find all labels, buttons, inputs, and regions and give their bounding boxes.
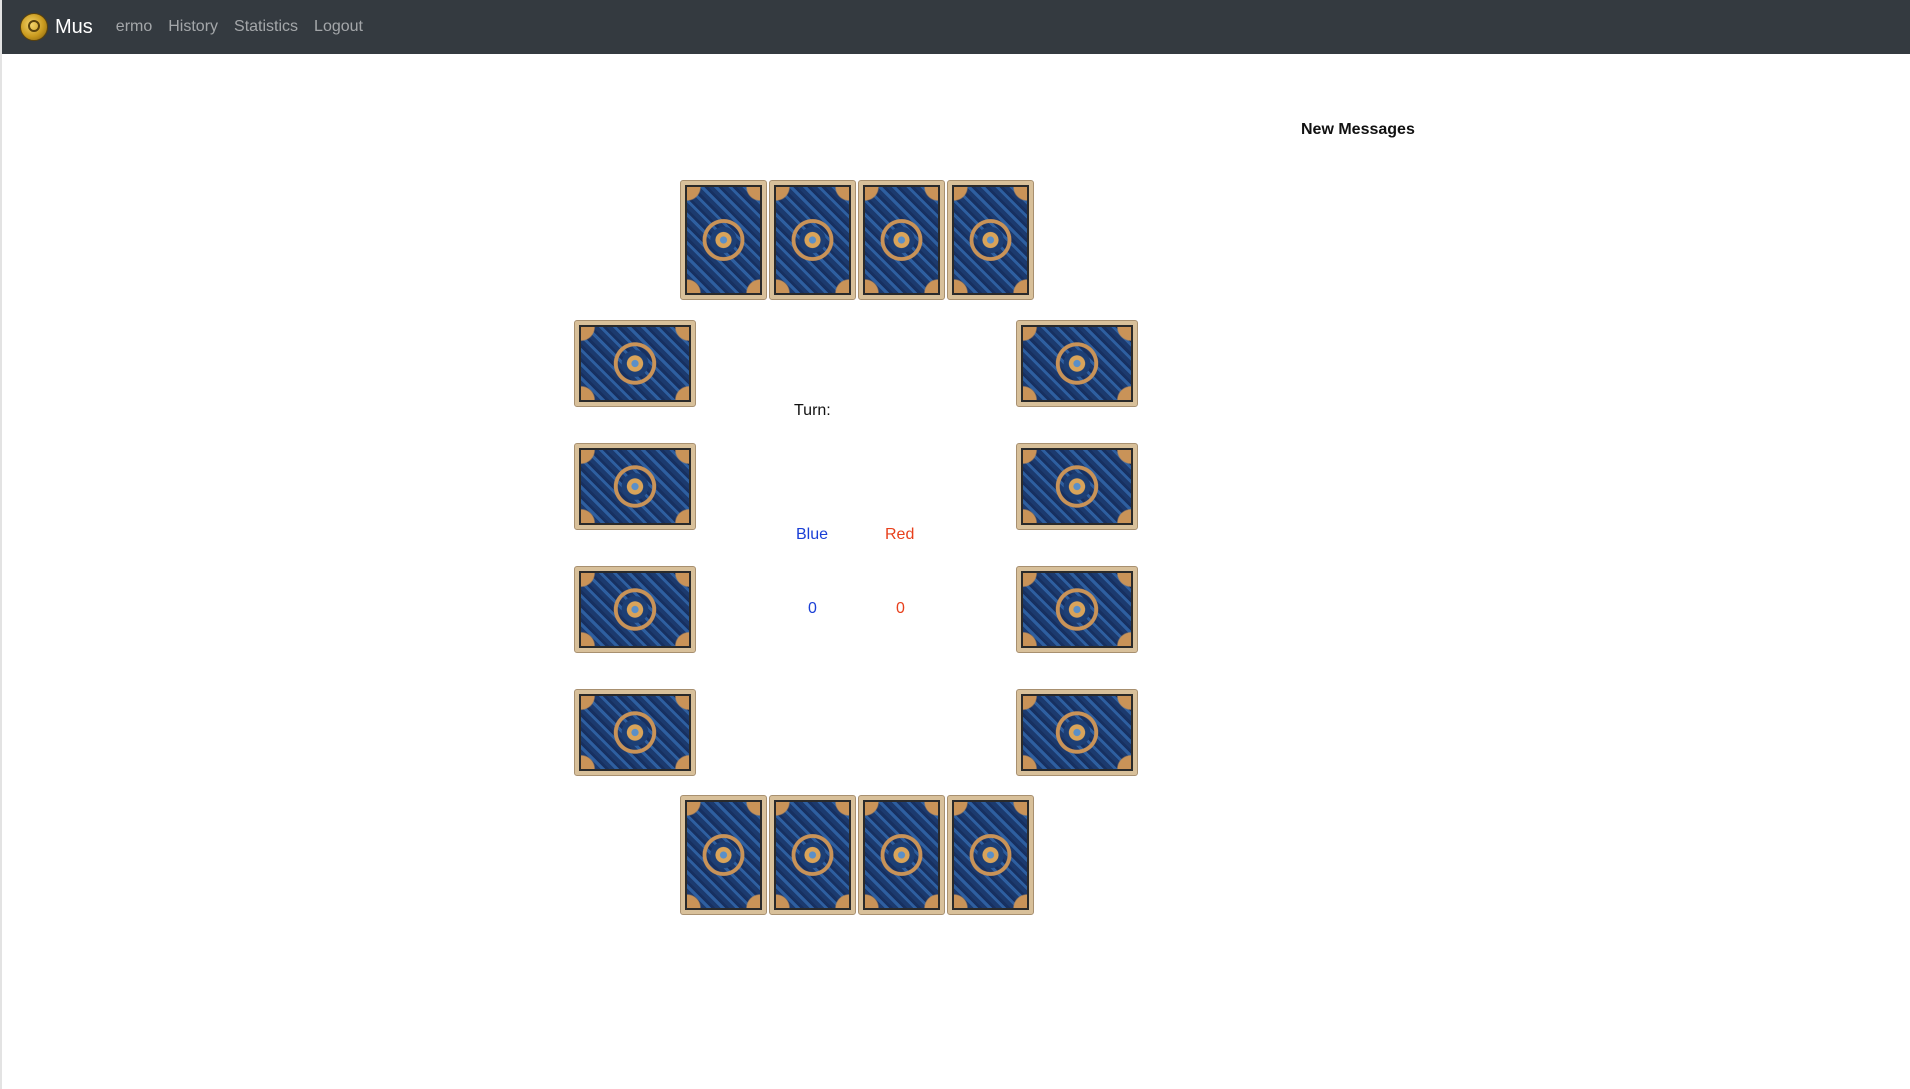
card-top-2[interactable] — [769, 180, 856, 300]
team-red-score: 0 — [896, 600, 905, 617]
card-bottom-3[interactable] — [858, 795, 945, 915]
card-back-icon — [579, 325, 691, 402]
navbar: Mus ermo History Statistics Logout — [2, 0, 1910, 54]
card-back-icon — [863, 185, 940, 295]
card-left-1[interactable] — [574, 320, 696, 407]
brand-link[interactable]: Mus — [20, 13, 93, 41]
card-top-1[interactable] — [680, 180, 767, 300]
card-top-4[interactable] — [947, 180, 1034, 300]
brand-name: Mus — [55, 15, 93, 38]
card-back-icon — [1021, 448, 1133, 525]
card-back-icon — [774, 185, 851, 295]
card-left-2[interactable] — [574, 443, 696, 530]
card-right-3[interactable] — [1016, 566, 1138, 653]
card-back-icon — [579, 448, 691, 525]
team-blue-score: 0 — [808, 600, 817, 617]
card-right-2[interactable] — [1016, 443, 1138, 530]
card-bottom-2[interactable] — [769, 795, 856, 915]
card-back-icon — [579, 694, 691, 771]
card-back-icon — [1021, 571, 1133, 648]
nav-link-username[interactable]: ermo — [116, 18, 152, 36]
team-red-name: Red — [885, 526, 915, 543]
card-back-icon — [685, 800, 762, 910]
messages-title: New Messages — [1301, 121, 1415, 138]
card-back-icon — [579, 571, 691, 648]
team-blue-name: Blue — [796, 526, 829, 543]
turn-label: Turn: — [794, 402, 831, 419]
card-back-icon — [863, 800, 940, 910]
card-right-1[interactable] — [1016, 320, 1138, 407]
card-left-3[interactable] — [574, 566, 696, 653]
nav-link-statistics[interactable]: Statistics — [234, 18, 298, 36]
card-back-icon — [952, 185, 1029, 295]
card-back-icon — [774, 800, 851, 910]
nav-link-logout[interactable]: Logout — [314, 18, 363, 36]
card-back-icon — [1021, 694, 1133, 771]
card-back-icon — [1021, 325, 1133, 402]
card-top-3[interactable] — [858, 180, 945, 300]
nav-link-history[interactable]: History — [168, 18, 218, 36]
card-back-icon — [685, 185, 762, 295]
card-back-icon — [952, 800, 1029, 910]
card-left-4[interactable] — [574, 689, 696, 776]
card-bottom-1[interactable] — [680, 795, 767, 915]
card-bottom-4[interactable] — [947, 795, 1034, 915]
card-right-4[interactable] — [1016, 689, 1138, 776]
logo-icon — [20, 13, 48, 41]
